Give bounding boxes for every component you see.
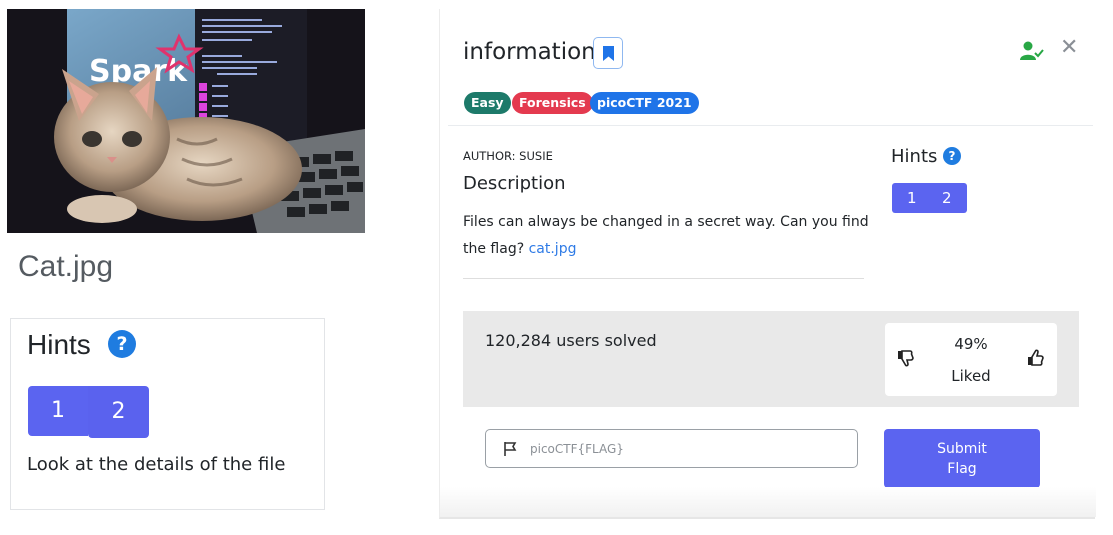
flag-input[interactable]: [530, 436, 845, 462]
question-circle-icon[interactable]: ?: [943, 147, 961, 165]
submit-flag-button[interactable]: Submit Flag: [884, 429, 1040, 488]
description-divider: [463, 278, 864, 279]
liked-label: Liked: [951, 367, 991, 385]
hint-button-group: 1 2: [892, 183, 967, 213]
description-body: Files can always be changed in a secret …: [463, 214, 869, 257]
hints-heading: Hints: [891, 146, 938, 167]
thumbs-up-icon[interactable]: [1027, 349, 1045, 367]
hints-card: Hints ? 1 2 Look at the details of the f…: [10, 318, 325, 510]
hint-1-button[interactable]: 1: [907, 183, 917, 213]
challenge-title: information: [463, 39, 596, 65]
description-text: Files can always be changed in a secret …: [463, 209, 873, 263]
modal-bottom-fade: [440, 487, 1096, 517]
cat-photo-illustration: Spark: [7, 9, 365, 233]
rating-box: 49% Liked: [885, 323, 1057, 396]
image-filename: Cat.jpg: [18, 250, 114, 283]
tag-difficulty: Easy: [464, 92, 511, 114]
tag-category: Forensics: [512, 92, 593, 114]
user-check-icon: [1020, 41, 1044, 60]
description-heading: Description: [463, 173, 566, 194]
flag-input-wrapper: [485, 429, 858, 468]
flag-icon: [504, 442, 517, 456]
challenge-author: AUTHOR: SUSIE: [463, 149, 553, 163]
users-solved-count: 120,284 users solved: [485, 331, 657, 350]
submit-label-line2: Flag: [947, 461, 977, 477]
submit-label-line1: Submit: [937, 441, 987, 457]
question-circle-icon[interactable]: ?: [108, 330, 136, 358]
close-icon[interactable]: ✕: [1060, 37, 1078, 59]
hint-content: Look at the details of the file: [27, 454, 286, 475]
hints-heading: Hints: [27, 329, 91, 360]
challenge-modal: information ✕ Easy Forensics picoCTF 202…: [439, 9, 1096, 519]
header-divider: [448, 125, 1093, 126]
hint-2-button[interactable]: 2: [88, 386, 149, 438]
bookmark-button[interactable]: [593, 37, 623, 69]
bookmark-icon: [603, 46, 614, 61]
hint-1-button[interactable]: 1: [28, 386, 88, 436]
hint-2-button[interactable]: 2: [942, 183, 952, 213]
tag-event: picoCTF 2021: [590, 92, 699, 114]
cat-photo: Spark: [7, 9, 365, 233]
file-link[interactable]: cat.jpg: [529, 241, 577, 257]
stats-band: 120,284 users solved 49% Liked: [463, 311, 1079, 407]
